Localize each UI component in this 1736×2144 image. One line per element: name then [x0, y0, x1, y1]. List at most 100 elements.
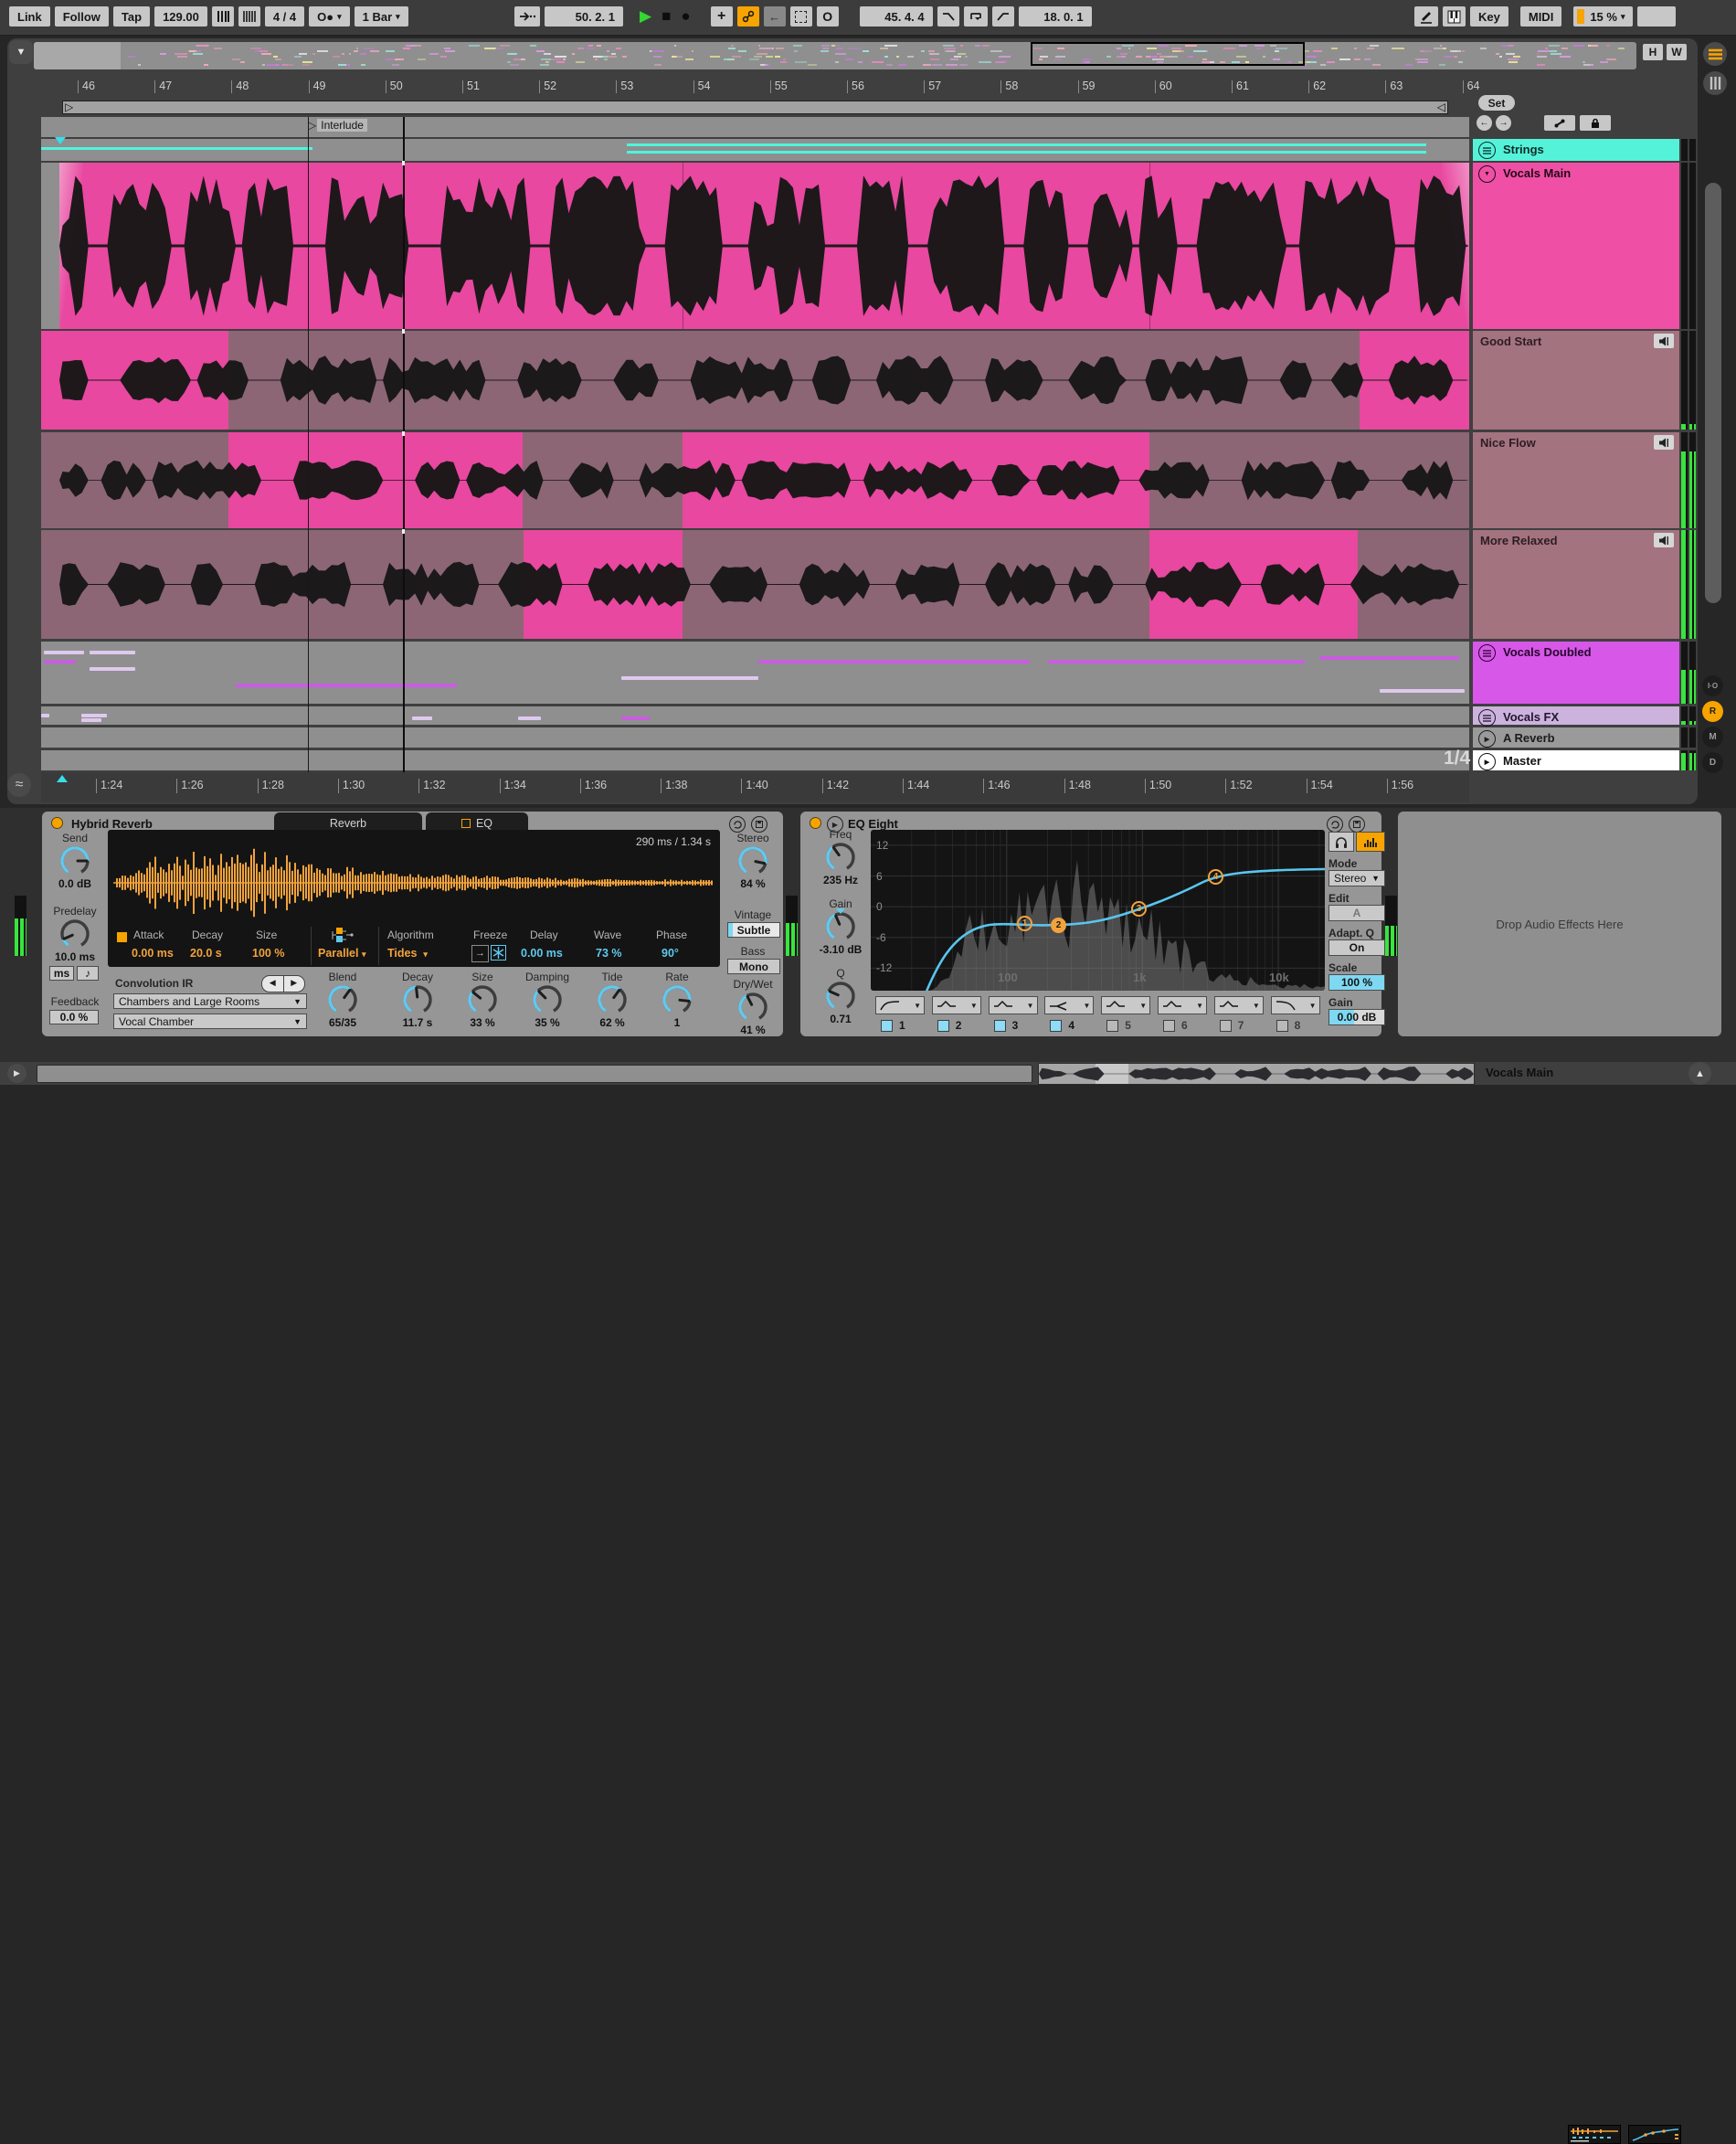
- track-activator-speaker-icon[interactable]: [1654, 435, 1674, 450]
- audio-clip[interactable]: [524, 530, 683, 639]
- audition-headphone-button[interactable]: [1328, 832, 1354, 852]
- delay-section-toggle[interactable]: D: [1702, 752, 1723, 773]
- track-fold-icon[interactable]: [1478, 644, 1496, 662]
- band-4-enable-checkbox[interactable]: [1050, 1020, 1063, 1032]
- output-gain-value[interactable]: 0.00 dB: [1328, 1009, 1385, 1025]
- band-5-enable-checkbox[interactable]: [1106, 1020, 1119, 1032]
- midi-note[interactable]: [44, 651, 84, 654]
- ir-attack-toggle[interactable]: [117, 932, 127, 942]
- follow-playback-icon[interactable]: [514, 6, 540, 27]
- optimize-height-button[interactable]: H: [1643, 44, 1663, 60]
- band-3-enable-checkbox[interactable]: [993, 1020, 1006, 1032]
- feedback-value[interactable]: 0.0 %: [49, 1010, 99, 1024]
- track-header-master[interactable]: ▶ Master: [1473, 750, 1679, 770]
- lock-envelopes-icon[interactable]: [1580, 115, 1611, 131]
- track-header-good-start[interactable]: Good Start: [1473, 331, 1679, 430]
- device-title[interactable]: Hybrid Reverb: [71, 817, 153, 831]
- band-6-enable-checkbox[interactable]: [1163, 1020, 1175, 1032]
- vertical-scrollbar[interactable]: [1705, 183, 1721, 603]
- loop-length-field[interactable]: 18. 0. 1: [1018, 6, 1092, 27]
- ir-file-select[interactable]: Vocal Chamber ▼: [113, 1014, 307, 1029]
- loop-start-field[interactable]: 45. 4. 4: [859, 6, 933, 27]
- routing-icon[interactable]: [325, 927, 356, 948]
- hot-swap-icon[interactable]: [729, 816, 746, 833]
- key-map-button[interactable]: Key: [1470, 6, 1508, 27]
- audio-clip[interactable]: [1149, 432, 1469, 528]
- midi-note[interactable]: [90, 667, 136, 671]
- band-7-filter-type-select[interactable]: ▼: [1213, 996, 1264, 1014]
- quantize-menu[interactable]: 1 Bar ▾: [354, 6, 408, 27]
- band-gain-knob[interactable]: Gain -3.10 dB: [808, 897, 873, 956]
- band-3-filter-type-select[interactable]: ▼: [988, 996, 1038, 1014]
- computer-midi-keyboard-icon[interactable]: [1443, 6, 1466, 27]
- track-header-strings[interactable]: Strings: [1473, 139, 1679, 161]
- device-on-led[interactable]: [51, 817, 63, 829]
- audio-clip[interactable]: [682, 432, 1149, 528]
- time-signature-field[interactable]: 4 / 4: [264, 6, 305, 27]
- nudge-up-icon[interactable]: [238, 6, 260, 27]
- track-fold-icon[interactable]: ▼: [1478, 165, 1496, 183]
- mixer-view-toggle-icon[interactable]: [1703, 71, 1727, 95]
- stop-button[interactable]: ■: [659, 7, 673, 26]
- session-record-button[interactable]: [789, 6, 812, 27]
- midi-map-button[interactable]: MIDI: [1519, 6, 1562, 27]
- audio-clip[interactable]: [1149, 530, 1359, 639]
- algorithm-value[interactable]: Tides ▾: [387, 947, 428, 960]
- record-button[interactable]: ●: [678, 7, 693, 26]
- midi-note[interactable]: [757, 660, 1030, 663]
- set-locator-button[interactable]: Set: [1478, 95, 1515, 111]
- eq-band-handle-3[interactable]: 3: [1131, 901, 1147, 917]
- loop-start-handle[interactable]: ▷: [65, 101, 73, 113]
- audio-clip[interactable]: [228, 432, 523, 528]
- track-lane-vocals-main[interactable]: [41, 163, 1469, 329]
- punch-out-icon[interactable]: [991, 6, 1014, 27]
- band-6-filter-type-select[interactable]: ▼: [1158, 996, 1207, 1014]
- scale-value[interactable]: 100 %: [1328, 974, 1385, 991]
- ir-delay-value[interactable]: 0.00 ms: [521, 947, 563, 960]
- attack-value[interactable]: 0.00 ms: [132, 947, 174, 960]
- midi-note[interactable]: [1379, 689, 1466, 693]
- track-activator-speaker-icon[interactable]: [1654, 533, 1674, 547]
- show-automation-icon[interactable]: ≈: [7, 773, 31, 797]
- vintage-mode[interactable]: Subtle: [727, 922, 780, 938]
- spectrum-toggle-button[interactable]: [1356, 832, 1385, 852]
- midi-note[interactable]: [235, 684, 457, 687]
- band-q-knob[interactable]: Q 0.71: [808, 967, 873, 1025]
- track-lane-a-reverb[interactable]: [41, 727, 1469, 748]
- band-4-filter-type-select[interactable]: ▼: [1044, 996, 1095, 1014]
- device-drop-area[interactable]: Drop Audio Effects Here: [1398, 812, 1721, 1036]
- audio-clip[interactable]: [1359, 331, 1469, 430]
- device-thumbnail-hybrid-reverb[interactable]: [1568, 2125, 1621, 2144]
- track-header-more-relaxed[interactable]: More Relaxed: [1473, 530, 1679, 639]
- stereo-knob[interactable]: Stereo 84 %: [720, 832, 786, 890]
- band-2-filter-type-select[interactable]: ▼: [931, 996, 981, 1014]
- loop-end-handle[interactable]: ◁: [1437, 101, 1445, 113]
- track-fold-icon[interactable]: [1478, 142, 1496, 159]
- freeze-in-button[interactable]: →: [471, 945, 489, 962]
- back-to-arrangement-button[interactable]: ←: [763, 6, 786, 27]
- band-5-filter-type-select[interactable]: ▼: [1101, 996, 1151, 1014]
- tempo-field[interactable]: 129.00: [154, 6, 207, 27]
- wave-value[interactable]: 73 %: [596, 947, 622, 960]
- track-lane-more-relaxed[interactable]: [41, 530, 1469, 639]
- predelay-knob[interactable]: Predelay 10.0 ms: [42, 905, 108, 963]
- midi-note[interactable]: [620, 716, 650, 720]
- track-lane-good-start[interactable]: [41, 331, 1469, 430]
- ir-prev-next[interactable]: ◀ ▶: [261, 975, 305, 992]
- optimize-width-button[interactable]: W: [1667, 44, 1687, 60]
- band-1-filter-type-select[interactable]: ▼: [875, 996, 925, 1014]
- midi-note[interactable]: [80, 714, 107, 717]
- rate-knob[interactable]: Rate 1: [644, 971, 710, 1029]
- predelay-sync-toggle[interactable]: ♪: [77, 966, 99, 981]
- strings-clip-line[interactable]: [41, 147, 312, 150]
- eq-curve-display[interactable]: 12 6 0 -6 -12 100 1k 10k 1 2 3 4: [871, 830, 1325, 991]
- midi-arrangement-overdub-button[interactable]: [736, 6, 759, 27]
- locator-interlude[interactable]: ▷ Interlude: [308, 119, 367, 132]
- time-ruler[interactable]: 1:24 1:26 1:28 1:30 1:32 1:34 1:36 1:38 1:40 1:42…: [41, 772, 1469, 802]
- status-play-icon[interactable]: ▶: [7, 1064, 26, 1083]
- damping-knob[interactable]: Damping 35 %: [514, 971, 580, 1029]
- tide-knob[interactable]: Tide 62 %: [579, 971, 645, 1029]
- clip-preview-strip[interactable]: [1038, 1063, 1475, 1085]
- midi-note[interactable]: [41, 714, 50, 717]
- audio-clip[interactable]: [41, 530, 524, 639]
